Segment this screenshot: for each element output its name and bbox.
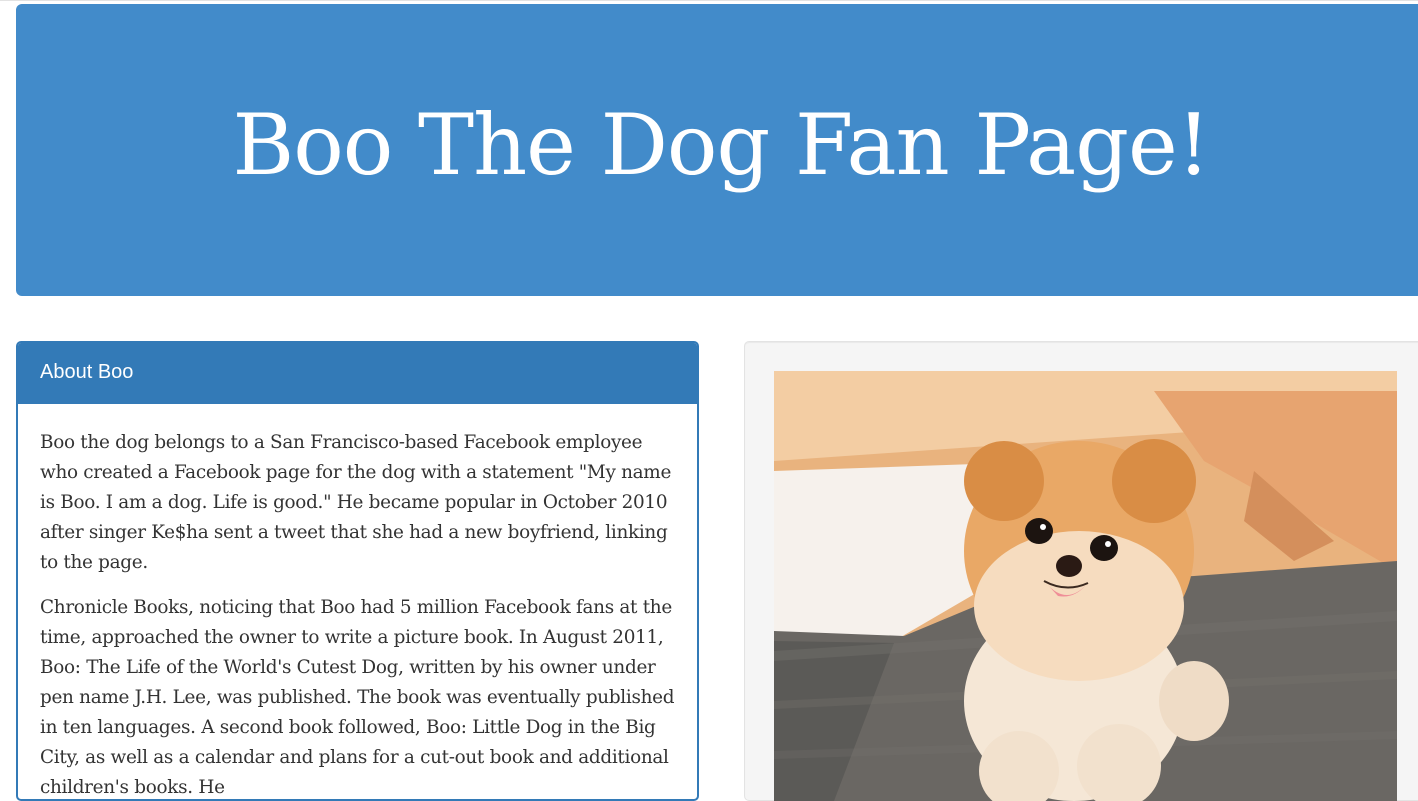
pomeranian-dog-photo-icon	[774, 371, 1397, 801]
page-title: Boo The Dog Fan Page!	[232, 96, 1210, 194]
about-panel: About Boo Boo the dog belongs to a San F…	[16, 341, 699, 801]
about-paragraph-2: Chronicle Books, noticing that Boo had 5…	[40, 597, 675, 798]
about-panel-body: Boo the dog belongs to a San Francisco-b…	[18, 404, 697, 799]
header-banner: Boo The Dog Fan Page!	[16, 4, 1418, 296]
about-paragraph-1: Boo the dog belongs to a San Francisco-b…	[40, 432, 672, 573]
dog-photo	[774, 371, 1397, 801]
photo-well	[744, 341, 1418, 801]
about-panel-heading: About Boo	[18, 343, 697, 404]
